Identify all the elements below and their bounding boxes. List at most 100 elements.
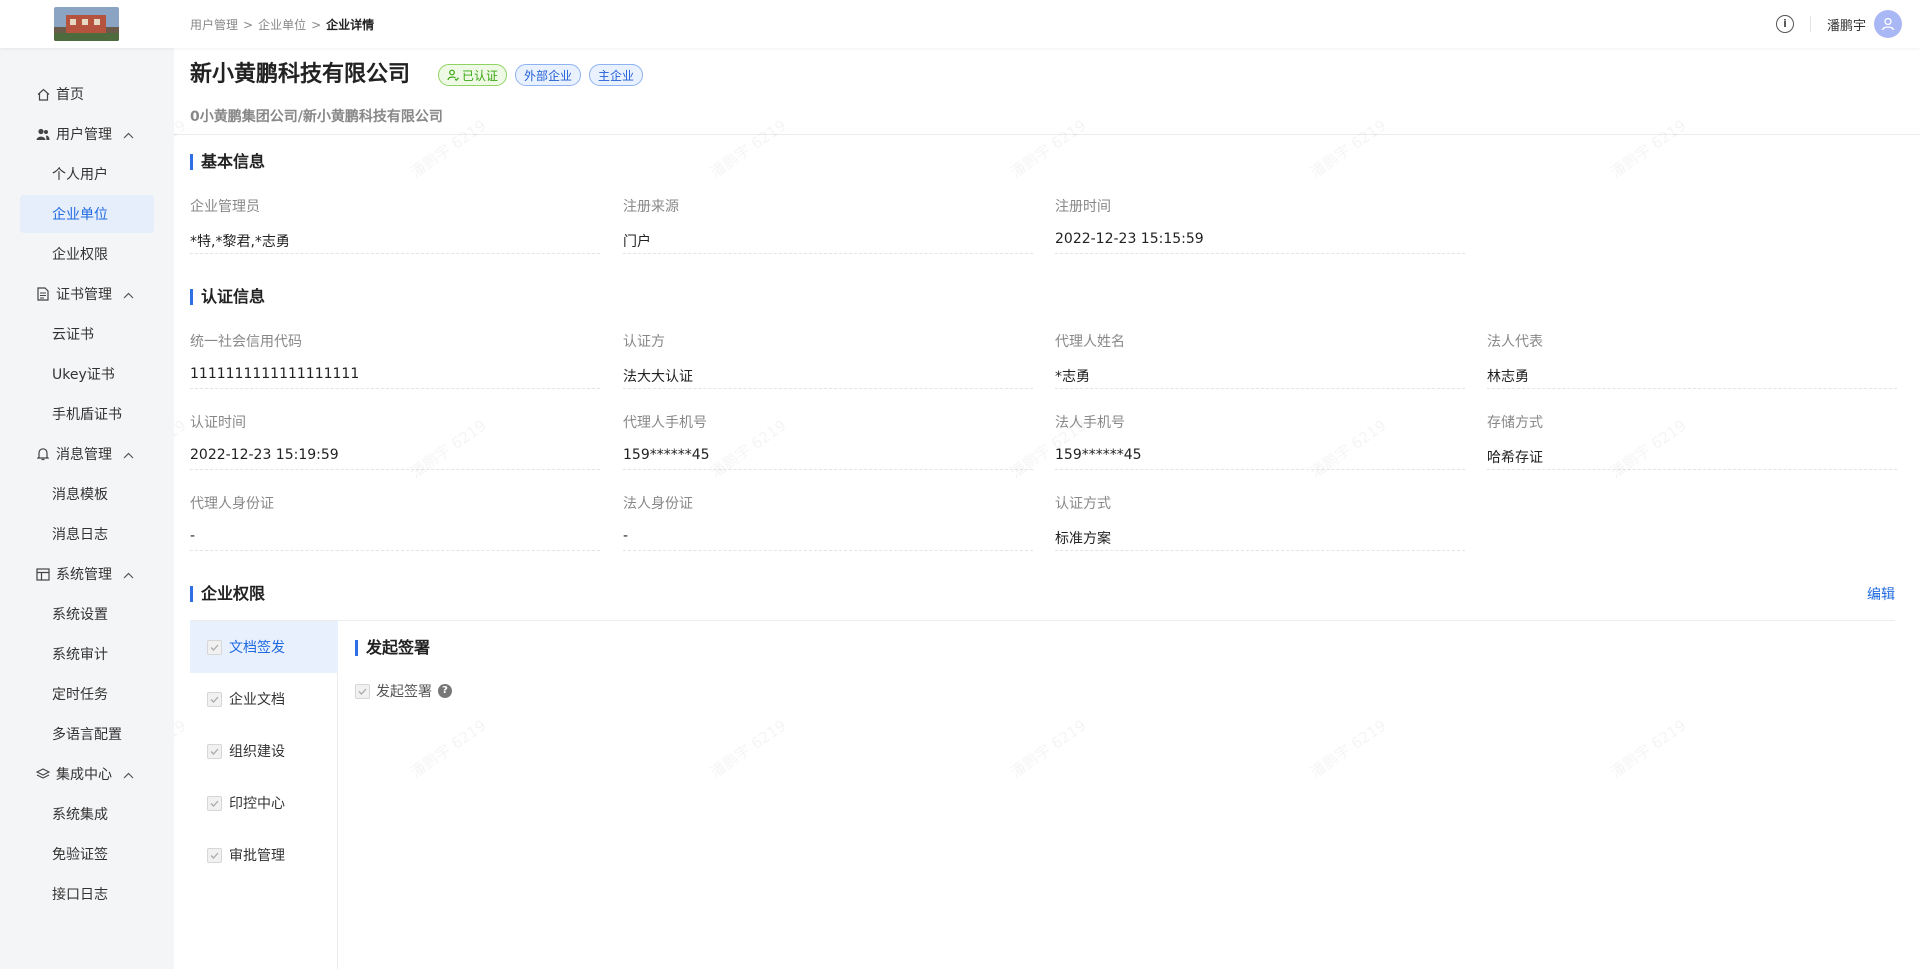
permission-item-org-building[interactable]: 组织建设 [190,725,338,777]
sidebar-item-enterprise-units[interactable]: 企业单位 [20,195,154,233]
sidebar: 首页 用户管理 个人用户 企业单位 企业权限 证书管理 云证书 Ukey证书 手… [0,48,174,969]
sidebar-item-sys-integration[interactable]: 系统集成 [20,795,154,833]
sidebar-item-cloud-cert[interactable]: 云证书 [20,315,154,353]
sidebar-group-cert-mgmt[interactable]: 证书管理 [20,275,154,313]
permission-item-label: 审批管理 [229,848,285,864]
divider [1809,16,1811,32]
sidebar-group-sys-mgmt[interactable]: 系统管理 [20,555,154,593]
field-credit-code: 统一社会信用代码 1111111111111111111 [190,331,600,389]
help-icon[interactable]: ? [438,684,452,698]
field-cert-method: 认证方式 标准方案 [1055,493,1465,551]
field-label: 认证时间 [190,415,246,431]
field-label: 法人身份证 [623,496,693,512]
breadcrumb-user-mgmt[interactable]: 用户管理 [190,18,238,32]
field-label: 注册来源 [623,199,679,215]
sidebar-item-label: 消息管理 [56,447,112,463]
sidebar-item-personal-users[interactable]: 个人用户 [20,155,154,193]
company-name: 新小黄鹏科技有限公司 [190,62,411,87]
checkbox-checked-icon[interactable] [355,683,370,699]
sidebar-item-label: 首页 [56,87,84,103]
sidebar-group-user-mgmt[interactable]: 用户管理 [20,115,154,153]
watermark: 潘鹏宇 6219 [174,415,190,483]
user-icon [1881,17,1895,31]
company-logo[interactable] [54,7,119,41]
permission-item-label: 印控中心 [229,796,285,812]
layout-icon [36,567,50,581]
sidebar-group-msg-mgmt[interactable]: 消息管理 [20,435,154,473]
document-icon [36,287,50,301]
breadcrumb-enterprise-units[interactable]: 企业单位 [258,18,306,32]
sidebar-item-label: 系统审计 [52,647,108,663]
field-cert-time: 认证时间 2022-12-23 15:19:59 [190,412,600,470]
watermark: 潘鹏宇 6219 [706,715,790,783]
field-legal-id: 法人身份证 - [623,493,1033,551]
sidebar-item-label: 消息模板 [52,487,108,503]
username[interactable]: 潘鹏宇 [1827,15,1866,34]
sidebar-item-sys-audit[interactable]: 系统审计 [20,635,154,673]
users-icon [36,127,50,141]
field-label: 企业管理员 [190,199,260,215]
avatar[interactable] [1874,10,1902,38]
sidebar-group-integration[interactable]: 集成中心 [20,755,154,793]
sidebar-item-enterprise-perms[interactable]: 企业权限 [20,235,154,273]
breadcrumb-current: 企业详情 [326,18,375,32]
field-agent-phone: 代理人手机号 159******45 [623,412,1033,470]
permission-item-approval[interactable]: 审批管理 [190,829,338,881]
edit-permissions-link[interactable]: 编辑 [1867,584,1895,604]
permission-item-doc-issue[interactable]: 文档签发 [190,621,338,673]
sidebar-item-label: 多语言配置 [52,727,122,743]
watermark: 潘鹏宇 6219 [406,715,490,783]
cert-info-title: 认证信息 [190,289,265,305]
sidebar-item-label: 系统管理 [56,567,112,583]
basic-info-title: 基本信息 [190,154,265,170]
sidebar-item-multilang[interactable]: 多语言配置 [20,715,154,753]
certified-badge-label: 已认证 [462,68,499,83]
home-icon [36,87,50,101]
sidebar-item-label: 接口日志 [52,887,108,903]
sidebar-item-label: 定时任务 [52,687,108,703]
field-source: 注册来源 门户 [623,196,1033,254]
watermark: 潘鹏宇 6219 [1306,715,1390,783]
divider [174,134,1920,135]
permission-item-seal-center[interactable]: 印控中心 [190,777,338,829]
sidebar-item-ukey-cert[interactable]: Ukey证书 [20,355,154,393]
sidebar-item-exempt-sign[interactable]: 免验证签 [20,835,154,873]
sidebar-item-sys-settings[interactable]: 系统设置 [20,595,154,633]
sidebar-item-label: 系统集成 [52,807,108,823]
sidebar-item-home[interactable]: 首页 [20,75,154,113]
field-label: 代理人手机号 [623,415,707,431]
watermark: 潘鹏宇 6219 [174,715,190,783]
sidebar-item-api-log[interactable]: 接口日志 [20,875,154,913]
field-value: - [623,528,629,544]
field-value: *特,*黎君,*志勇 [190,234,290,250]
checkbox-checked-icon [207,795,222,811]
watermark: 潘鹏宇 6219 [174,115,190,183]
checkbox-checked-icon [207,691,222,707]
main-content: 新小黄鹏科技有限公司 已认证 外部企业 主企业 0小黄鹏集团公司/新小黄鹏科技有… [174,48,1920,969]
watermark: 潘鹏宇 6219 [1006,715,1090,783]
sidebar-item-label: 云证书 [52,327,94,343]
field-label: 统一社会信用代码 [190,334,302,350]
info-icon[interactable]: i [1775,15,1794,33]
sidebar-item-label: 个人用户 [52,167,108,183]
sidebar-item-phone-shield-cert[interactable]: 手机盾证书 [20,395,154,433]
sidebar-item-msg-log[interactable]: 消息日志 [20,515,154,553]
field-value: 159******45 [623,447,710,463]
sidebar-item-label: 企业权限 [52,247,108,263]
sidebar-item-msg-template[interactable]: 消息模板 [20,475,154,513]
permission-item-enterprise-docs[interactable]: 企业文档 [190,673,338,725]
field-value: - [190,528,196,544]
watermark: 潘鹏宇 6219 [1606,115,1690,183]
sidebar-item-label: 用户管理 [56,127,112,143]
permission-menu: 文档签发 企业文档 组织建设 印控中心 审批管理 [190,621,338,969]
field-value: 林志勇 [1487,369,1529,385]
breadcrumb-separator: > [311,18,322,32]
sidebar-item-label: 手机盾证书 [52,407,122,423]
sidebar-item-label: 消息日志 [52,527,108,543]
field-value: 159******45 [1055,447,1142,463]
field-value: *志勇 [1055,369,1090,385]
chevron-up-icon [123,127,134,143]
sidebar-item-scheduled-tasks[interactable]: 定时任务 [20,675,154,713]
sidebar-item-label: 集成中心 [56,767,112,783]
chevron-up-icon [123,767,134,783]
